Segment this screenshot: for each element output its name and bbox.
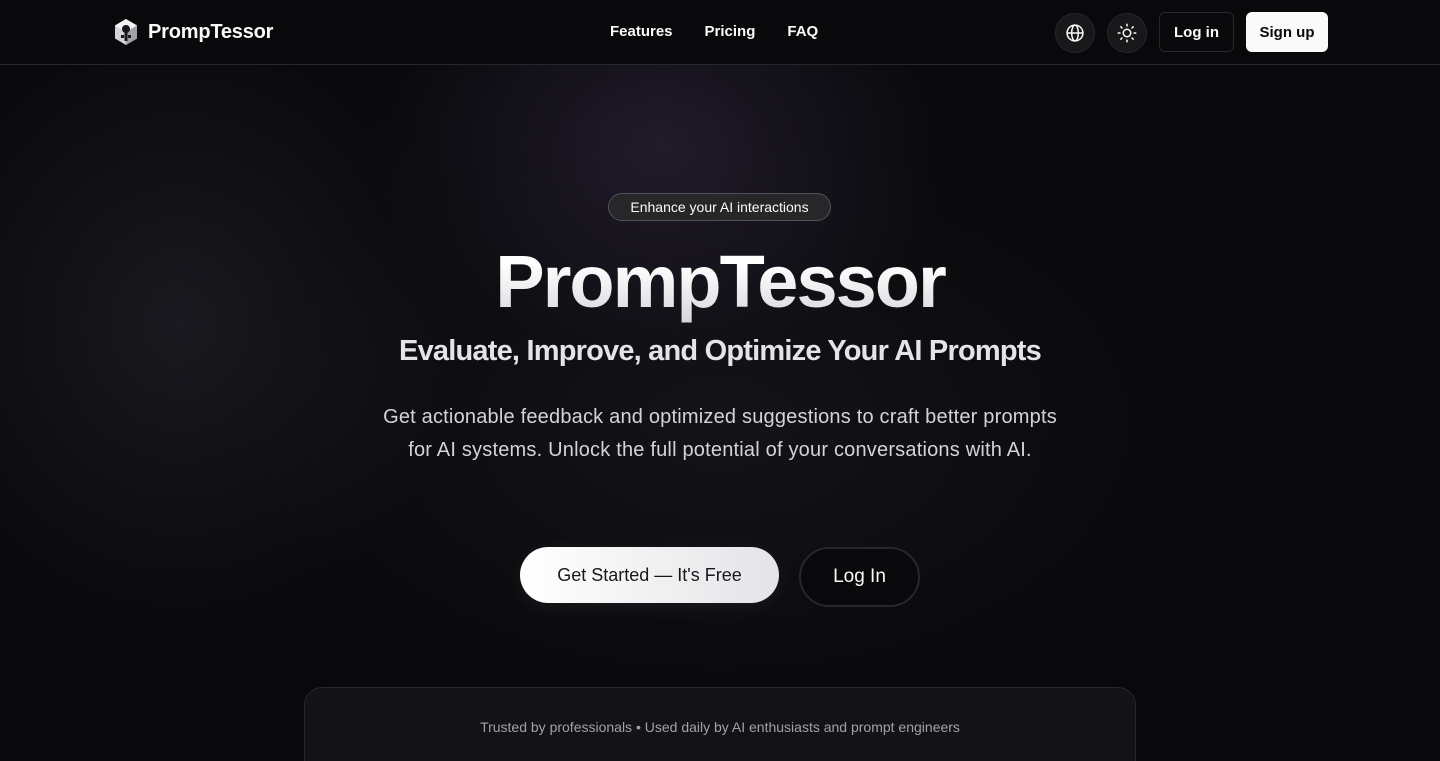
- hero-subtitle: Evaluate, Improve, and Optimize Your AI …: [399, 335, 1042, 367]
- landing-page: PrompTessor Features Pricing FAQ Log in: [0, 0, 1440, 761]
- language-button[interactable]: [1055, 13, 1095, 53]
- hero-description: Get actionable feedback and optimized su…: [383, 406, 1057, 461]
- hero-login-button[interactable]: Log In: [799, 547, 920, 607]
- trust-card: Trusted by professionals • Used daily by…: [304, 687, 1136, 761]
- globe-icon: [1066, 24, 1084, 42]
- nav-link-pricing[interactable]: Pricing: [705, 20, 756, 44]
- logo-icon: [115, 19, 137, 45]
- sun-icon: [1117, 23, 1137, 43]
- nav-link-features[interactable]: Features: [610, 20, 673, 44]
- brand-logo-link[interactable]: PrompTessor: [113, 17, 273, 47]
- header-signup-button[interactable]: Sign up: [1246, 12, 1328, 52]
- theme-toggle-button[interactable]: [1107, 13, 1147, 53]
- trust-text: Trusted by professionals • Used daily by…: [480, 719, 960, 735]
- nav-link-faq[interactable]: FAQ: [787, 20, 818, 44]
- top-header: PrompTessor Features Pricing FAQ Log in: [0, 0, 1440, 65]
- brand-name: PrompTessor: [148, 20, 274, 43]
- get-started-button[interactable]: Get Started — It's Free: [520, 547, 779, 603]
- hero-badge: Enhance your AI interactions: [608, 193, 831, 221]
- hero-title: PrompTessor: [0, 238, 1440, 326]
- header-login-button[interactable]: Log in: [1159, 12, 1234, 52]
- main-nav: Features Pricing FAQ: [610, 20, 818, 44]
